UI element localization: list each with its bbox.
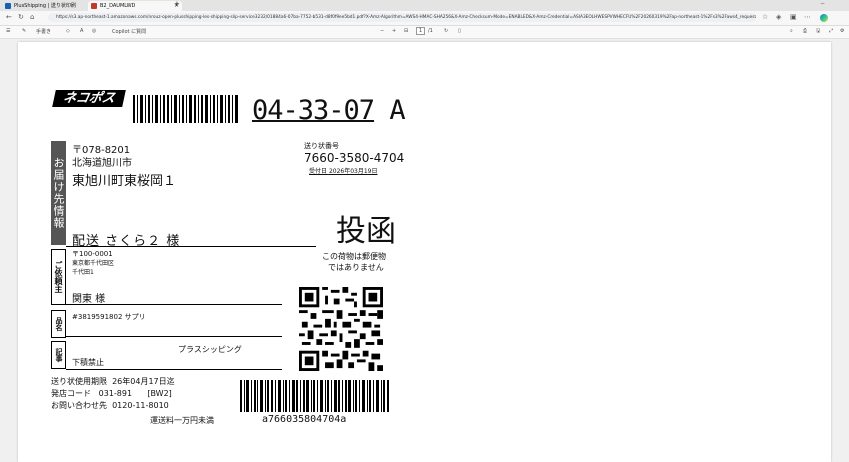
tab-title: B2_DAUMLWD xyxy=(100,3,136,9)
page-number-input[interactable]: 1 xyxy=(416,27,426,35)
expand-icon[interactable]: ⤢ xyxy=(829,28,833,34)
sender-label: ご依頼主 xyxy=(51,249,66,305)
page-total: /1 xyxy=(428,28,433,34)
divider xyxy=(66,246,316,247)
validity: 送り状使用期限 26年04月17日迄 xyxy=(51,376,175,387)
more-icon[interactable]: ⋯ xyxy=(804,13,811,21)
favorite-icon[interactable]: ☆ xyxy=(762,13,768,21)
browser-tab-bar: PlusShipping | 送り状印刷 × B2_DAUMLWD × + − xyxy=(0,0,849,11)
sender-name: 関東 様 xyxy=(72,294,106,305)
minimize-icon[interactable]: − xyxy=(820,0,825,7)
received-value: 2026年03月19日 xyxy=(328,168,378,175)
contact-label: お問い合わせ先 xyxy=(51,401,107,410)
tracking-barcode xyxy=(240,380,389,412)
received-label: 受付日 xyxy=(309,168,328,175)
divider xyxy=(66,304,282,305)
sort-code-main: 04-33-07 xyxy=(252,95,375,126)
collections-icon[interactable]: ▣ xyxy=(790,13,797,21)
divider xyxy=(66,369,282,370)
sort-barcode xyxy=(133,95,238,123)
address-bar-row: ← ↻ ⌂ https://s3.ap-northeast-1.amazonaw… xyxy=(0,11,849,26)
highlight-icon[interactable]: ✎ xyxy=(22,28,26,34)
url-field[interactable]: https://s3.ap-northeast-1.amazonaws.com/… xyxy=(48,13,756,22)
qr-code xyxy=(299,287,383,371)
received-date: 受付日 2026年03月19日 xyxy=(309,166,377,175)
pdf-favicon-icon xyxy=(91,3,97,9)
recipient-label: お届け先情報 xyxy=(51,141,66,245)
insurance-note: 運送料一万円未満 xyxy=(150,416,214,425)
divider xyxy=(66,336,282,337)
nekopos-logo: ネコポス xyxy=(52,90,126,107)
shipping-company: プラスシッピング xyxy=(178,345,242,354)
recipient-address-line1: 北海道旭川市 xyxy=(72,158,132,169)
sender-address-line2: 千代田1 xyxy=(72,269,94,276)
home-icon[interactable]: ⌂ xyxy=(30,13,34,21)
note-label: 記事 xyxy=(51,341,66,369)
tab-b2-label[interactable]: B2_DAUMLWD × xyxy=(88,1,182,11)
list-icon[interactable]: ☰ xyxy=(6,28,10,34)
item-label: 品名 xyxy=(51,310,66,338)
not-mail-notice-line1: この荷物は郵便物 xyxy=(322,252,386,261)
validity-value: 26年04月17日迄 xyxy=(112,377,175,386)
sort-code-suffix: A xyxy=(389,95,405,126)
tab-plusshipping[interactable]: PlusShipping | 送り状印刷 × xyxy=(2,1,98,11)
search-icon[interactable]: ⌕ xyxy=(790,28,793,34)
extensions-icon[interactable]: ◈ xyxy=(776,13,781,21)
zoom-out-button[interactable]: − xyxy=(380,28,384,34)
reload-icon[interactable]: ↻ xyxy=(18,13,24,21)
office-code-value: 031-891 xyxy=(98,389,133,398)
new-tab-button[interactable]: + xyxy=(174,0,180,8)
copilot-icon[interactable] xyxy=(820,14,828,22)
save-icon[interactable]: 🖫 xyxy=(816,28,820,36)
ink-icon[interactable]: ◎ xyxy=(92,28,96,34)
pdf-toolbar: ☰ ✎ 手書き ◇ A ◎ Copilot に質問 − + ⊟ 1 /1 ↻ ▯… xyxy=(0,26,849,39)
fit-page-icon[interactable]: ⊟ xyxy=(404,28,408,34)
office-code: 発店コード 031-891 [BW2] xyxy=(51,388,172,399)
tracking-label: 送り状番号 xyxy=(304,142,339,150)
draw-button[interactable]: 手書き xyxy=(36,28,51,35)
zoom-in-button[interactable]: + xyxy=(392,28,396,34)
not-mail-notice-line2: ではありません xyxy=(328,263,384,272)
settings-icon[interactable]: ⚙ xyxy=(840,28,844,34)
sort-code: 04-33-07 A xyxy=(252,95,406,126)
office-code-label: 発店コード xyxy=(51,389,91,398)
plusshipping-favicon-icon xyxy=(5,3,11,9)
copilot-ask-button[interactable]: Copilot に質問 xyxy=(112,28,146,35)
mailbox-delivery-mark: 投函 xyxy=(336,214,396,249)
print-icon[interactable]: ⎙ xyxy=(803,28,807,34)
handling-note: 下積禁止 xyxy=(72,358,104,367)
office-mark: [BW2] xyxy=(147,389,172,398)
barcode-text: a766035804704a xyxy=(262,414,347,425)
tab-title: PlusShipping | 送り状印刷 xyxy=(14,3,76,9)
contact-number: 0120-11-8010 xyxy=(112,401,169,410)
recipient-address-line2: 東旭川町東桜岡１ xyxy=(72,174,177,189)
back-icon[interactable]: ← xyxy=(6,13,12,21)
text-icon[interactable]: A xyxy=(80,28,83,34)
sender-address-line1: 東京都千代田区 xyxy=(72,260,115,267)
rotate-icon[interactable]: ↻ xyxy=(444,28,448,34)
view-icon[interactable]: ▯ xyxy=(458,28,461,34)
tracking-number: 7660-3580-4704 xyxy=(304,151,405,165)
erase-icon[interactable]: ◇ xyxy=(66,28,70,34)
item-name: #3819591802 サプリ xyxy=(72,313,146,321)
contact: お問い合わせ先 0120-11-8010 xyxy=(51,400,169,411)
validity-label: 送り状使用期限 xyxy=(51,377,107,386)
